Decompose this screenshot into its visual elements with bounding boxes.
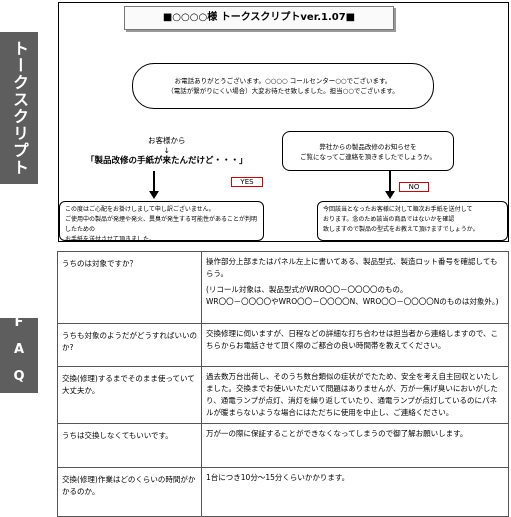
no-response-line: 致しますので製品の型式をお教えて頂けますでしょうか。 <box>323 226 479 233</box>
faq-table: うちのは対象ですか？ 操作部分上部またはパネル左上に書いてある、製品型式、製造ロ… <box>57 251 509 517</box>
faq-answer-examples: WR〇〇－〇〇〇〇やWRO〇〇－〇〇〇〇N、WRO〇〇－〇〇〇〇Nのものは対象外… <box>206 297 499 306</box>
yes-response-line: ご使用中の製品が発煙や発火、異臭が発生する可能性があることが判明したための <box>65 216 258 233</box>
greeting-line: お電話ありがとうございます。○○○○ コールセンター○○でございます。 <box>174 77 392 85</box>
customer-label: お客様から <box>148 136 186 145</box>
faq-answer: 操作部分上部またはパネル左上に書いてある、製品型式、製造ロット番号を確認してもら… <box>201 251 509 324</box>
faq-row: 交換(修理)するまでそのまま使っていて大丈夫か。 過去数万台出荷し、そのうち数台… <box>57 366 509 424</box>
faq-question: うちも対象のようだがどうすればいいのか? <box>57 323 202 367</box>
script-title: ■○○○○様 トークスクリプトver.1.07■ <box>124 6 394 30</box>
faq-row: 交換(修理)作業はどのくらいの時間がかかるのか。 1台につき10分～15分くらい… <box>57 467 509 517</box>
faq-tab-label: FAQ <box>11 315 27 396</box>
talk-script-tab-label: トークスクリプト <box>10 40 29 176</box>
faq-answer: 交換修理に伺いますが、日程などの詳細な打ち合わせは担当者から連絡しますので、こち… <box>201 323 509 367</box>
no-response-line: おります。念のため該当の商品ではないかを確認 <box>323 216 455 223</box>
faq-row: うちのは対象ですか？ 操作部分上部またはパネル左上に書いてある、製品型式、製造ロ… <box>57 251 509 324</box>
confirmation-line: 弊社からの製品改修のお知らせを <box>319 143 417 151</box>
no-arrow-shaft <box>389 171 391 192</box>
customer-arrow: ↓ <box>163 146 170 155</box>
customer-quote: 「製品改修の手紙が来たんだけど・・・」 <box>86 156 248 166</box>
faq-row: うちは交換しなくてもいいです。 万が一の際に保証することができなくなってしまうの… <box>57 423 509 468</box>
no-label: NO <box>399 182 429 192</box>
talk-script-flowchart: ■○○○○様 トークスクリプトver.1.07■ お電話ありがとうございます。○… <box>58 2 509 243</box>
customer-inquiry: お客様から ↓ 「製品改修の手紙が来たんだけど・・・」 <box>86 136 248 166</box>
no-arrow-head <box>385 191 395 199</box>
yes-arrow-head <box>149 191 159 199</box>
yes-response-box: この度はご心配をお掛けしまして申し訳ございません。 ご使用中の製品が発煙や発火、… <box>59 201 264 243</box>
faq-question: 交換(修理)するまでそのまま使っていて大丈夫か。 <box>57 366 202 424</box>
talk-script-tab: トークスクリプト <box>0 32 38 184</box>
greeting-line: （電話が繋がりにくい場合）大変お待たせ致しました。担当○○でございます。 <box>167 87 399 95</box>
no-response-box: 今回該当となったお客様に対して順次お手紙を送付して おります。念のため該当の商品… <box>317 201 508 241</box>
confirmation-line: ご覧になってご連絡を頂きましたでしょうか。 <box>299 153 437 161</box>
faq-answer-note: (リコール対象は、製品型式がWRO〇〇－〇〇〇〇のもの。 <box>206 285 408 294</box>
faq-answer: 過去数万台出荷し、そのうち数台類似の症状がでたため、安全を考え自主回収といたしま… <box>201 366 509 424</box>
faq-row: うちも対象のようだがどうすればいいのか? 交換修理に伺いますが、日程などの詳細な… <box>57 323 509 367</box>
faq-question: 交換(修理)作業はどのくらいの時間がかかるのか。 <box>57 467 202 517</box>
greeting-box: お電話ありがとうございます。○○○○ コールセンター○○でございます。 （電話が… <box>132 63 434 109</box>
yes-arrow-shaft <box>153 171 155 192</box>
confirmation-box: 弊社からの製品改修のお知らせを ご覧になってご連絡を頂きましたでしょうか。 <box>282 131 454 171</box>
yes-response-line: お手紙を送付させて頂きました。 <box>65 236 156 243</box>
faq-answer-text: 操作部分上部またはパネル左上に書いてある、製品型式、製造ロット番号を確認してもら… <box>206 257 498 278</box>
faq-question: うちは交換しなくてもいいです。 <box>57 423 202 468</box>
faq-answer: 万が一の際に保証することができなくなってしまうので御了解お願いします。 <box>201 423 509 468</box>
yes-response-line: この度はご心配をお掛けしまして申し訳ございません。 <box>65 206 215 213</box>
yes-label: YES <box>231 177 263 187</box>
faq-question: うちのは対象ですか？ <box>57 251 202 324</box>
no-response-line: 今回該当となったお客様に対して順次お手紙を送付して <box>323 206 473 213</box>
faq-tab: FAQ <box>0 315 38 396</box>
faq-answer: 1台につき10分～15分くらいかかります。 <box>201 467 509 517</box>
